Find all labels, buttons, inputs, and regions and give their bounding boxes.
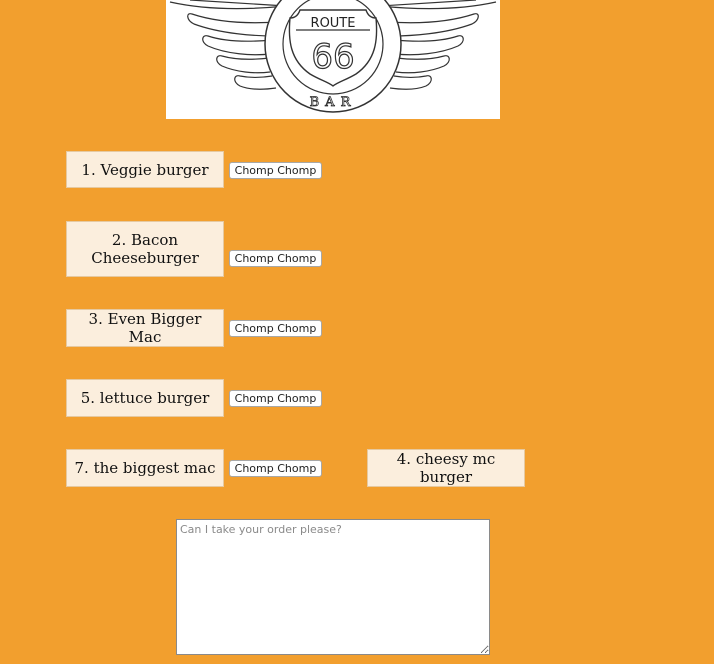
chomp-button-even-bigger-mac[interactable]: Chomp Chomp xyxy=(229,320,322,337)
chomp-button-bacon-cheeseburger[interactable]: Chomp Chomp xyxy=(229,250,322,267)
menu-item-even-bigger-mac: 3. Even Bigger Mac xyxy=(66,309,224,347)
menu-item-the-biggest-mac: 7. the biggest mac xyxy=(66,449,224,487)
chomp-button-veggie-burger[interactable]: Chomp Chomp xyxy=(229,162,322,179)
menu-item-veggie-burger: 1. Veggie burger xyxy=(66,151,224,188)
chomp-button-lettuce-burger[interactable]: Chomp Chomp xyxy=(229,390,322,407)
menu-item-bacon-cheeseburger: 2. Bacon Cheeseburger xyxy=(66,221,224,277)
page: ROUTE 66 BAR 1. Veggie burger Chomp Chom… xyxy=(0,0,714,664)
menu-item-cheesy-mc-burger: 4. cheesy mc burger xyxy=(367,449,525,487)
logo-sign-number: 66 xyxy=(311,37,354,77)
route-66-bar-logo: ROUTE 66 BAR xyxy=(166,0,500,119)
chomp-button-the-biggest-mac[interactable]: Chomp Chomp xyxy=(229,460,322,477)
logo-bottom-text: BAR xyxy=(310,95,357,110)
order-textarea[interactable] xyxy=(176,519,490,655)
menu-item-lettuce-burger: 5. lettuce burger xyxy=(66,379,224,417)
logo-sign-text: ROUTE xyxy=(311,16,356,31)
